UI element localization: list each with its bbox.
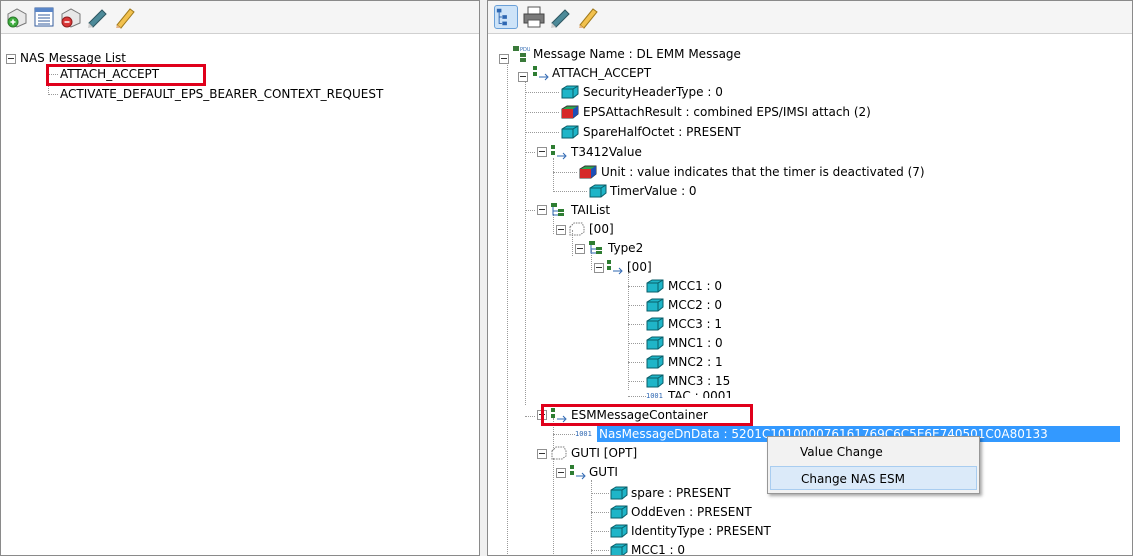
cyan-gem-icon bbox=[610, 486, 628, 500]
pdu-icon: PDU bbox=[513, 46, 530, 62]
cyan-gem-icon bbox=[610, 543, 628, 555]
svg-text:1001: 1001 bbox=[575, 430, 592, 438]
edit-pen-icon[interactable] bbox=[86, 5, 110, 29]
svg-text:1001: 1001 bbox=[646, 392, 663, 399]
tree-node-guti-opt[interactable]: GUTI [OPT] bbox=[571, 445, 637, 461]
tree-item-activate-default-eps-bearer[interactable]: ACTIVATE_DEFAULT_EPS_BEARER_CONTEXT_REQU… bbox=[60, 86, 383, 102]
tree-node-identity-type[interactable]: IdentityType : PRESENT bbox=[631, 523, 771, 539]
tree-node-eps-attach-result[interactable]: EPSAttachResult : combined EPS/IMSI atta… bbox=[583, 104, 871, 120]
collapse-toggle[interactable] bbox=[556, 468, 566, 478]
cyan-gem-icon bbox=[646, 279, 664, 293]
cyan-gem-icon bbox=[646, 355, 664, 369]
list-icon bbox=[551, 203, 564, 216]
binary-value-icon: 1001 bbox=[575, 430, 592, 438]
highlight-box-attach-accept bbox=[46, 64, 206, 86]
tree-node-type2[interactable]: Type2 bbox=[608, 240, 643, 256]
tree-node-mcc1[interactable]: MCC1 : 0 bbox=[668, 278, 722, 294]
right-toolbar bbox=[488, 1, 1132, 34]
tree-node-guti-mcc1[interactable]: MCC1 : 0 bbox=[631, 542, 685, 555]
tree-node-mnc2[interactable]: MNC2 : 1 bbox=[668, 354, 723, 370]
tree-node-unit[interactable]: Unit : value indicates that the timer is… bbox=[601, 164, 925, 180]
struct-icon bbox=[607, 260, 623, 275]
print-icon[interactable] bbox=[522, 5, 546, 29]
nas-message-list-pane: NAS Message List ATTACH_ACCEPT ACTIVATE_… bbox=[0, 0, 480, 556]
tree-node-spare-half-octet[interactable]: SpareHalfOctet : PRESENT bbox=[583, 124, 741, 140]
struct-icon bbox=[570, 465, 586, 480]
tree-node-t3412-value[interactable]: T3412Value bbox=[571, 144, 642, 160]
collapse-toggle[interactable] bbox=[537, 449, 547, 459]
tree-node-tac[interactable]: TAC : 0001 bbox=[668, 388, 733, 398]
tree-node-odd-even[interactable]: OddEven : PRESENT bbox=[631, 504, 752, 520]
left-toolbar bbox=[1, 1, 479, 34]
collapse-toggle[interactable] bbox=[537, 147, 547, 157]
collapse-toggle[interactable] bbox=[556, 225, 566, 235]
menu-item-value-change[interactable]: Value Change bbox=[770, 440, 977, 464]
tree-node-spare[interactable]: spare : PRESENT bbox=[631, 485, 731, 501]
cyan-gem-icon bbox=[646, 317, 664, 331]
binary-value-icon: 1001 bbox=[646, 392, 663, 399]
collapse-toggle[interactable] bbox=[575, 244, 585, 254]
pencil-icon[interactable] bbox=[576, 5, 600, 29]
context-menu: Value Change Change NAS ESM bbox=[767, 436, 980, 494]
edit-pen-icon[interactable] bbox=[549, 5, 573, 29]
cyan-gem-icon bbox=[589, 184, 607, 198]
struct-icon bbox=[551, 145, 567, 160]
list-icon bbox=[589, 241, 602, 254]
cyan-gem-icon bbox=[561, 85, 579, 99]
tree-view-icon[interactable] bbox=[494, 5, 518, 29]
cyan-gem-icon bbox=[561, 125, 579, 139]
delete-message-icon[interactable] bbox=[59, 5, 83, 29]
cyan-gem-icon bbox=[646, 336, 664, 350]
cyan-gem-icon bbox=[610, 505, 628, 519]
collapse-toggle[interactable] bbox=[499, 54, 509, 64]
tree-node-guti[interactable]: GUTI bbox=[589, 464, 618, 480]
tree-node-index-00b[interactable]: [00] bbox=[627, 259, 652, 275]
tree-node-attach-accept[interactable]: ATTACH_ACCEPT bbox=[552, 65, 651, 81]
tree-node-index-00[interactable]: [00] bbox=[589, 221, 614, 237]
tree-node-mcc2[interactable]: MCC2 : 0 bbox=[668, 297, 722, 313]
pencil-icon[interactable] bbox=[113, 5, 137, 29]
collapse-toggle[interactable] bbox=[594, 263, 604, 273]
nas-message-tree: NAS Message List ATTACH_ACCEPT ACTIVATE_… bbox=[1, 34, 479, 555]
collapse-toggle[interactable] bbox=[518, 72, 528, 82]
svg-text:PDU: PDU bbox=[520, 47, 530, 53]
cyan-gem-icon bbox=[610, 524, 628, 538]
tree-node-mcc3[interactable]: MCC3 : 1 bbox=[668, 316, 722, 332]
collapse-toggle[interactable] bbox=[6, 54, 16, 64]
highlight-box-esm-container bbox=[541, 404, 753, 426]
tree-node-mnc1[interactable]: MNC1 : 0 bbox=[668, 335, 723, 351]
cyan-gem-icon bbox=[646, 374, 664, 388]
tree-node-timer-value[interactable]: TimerValue : 0 bbox=[610, 183, 697, 199]
tree-node-message-name[interactable]: Message Name : DL EMM Message bbox=[533, 46, 741, 62]
menu-item-change-nas-esm[interactable]: Change NAS ESM bbox=[770, 466, 977, 490]
add-message-icon[interactable] bbox=[5, 5, 29, 29]
optional-element-icon bbox=[551, 446, 567, 460]
multicolor-gem-icon bbox=[579, 165, 597, 179]
list-view-icon[interactable] bbox=[32, 5, 56, 29]
collapse-toggle[interactable] bbox=[537, 205, 547, 215]
tree-node-security-header-type[interactable]: SecurityHeaderType : 0 bbox=[583, 84, 723, 100]
tree-node-tai-list[interactable]: TAIList bbox=[571, 202, 610, 218]
optional-element-icon bbox=[569, 222, 585, 236]
cyan-gem-icon bbox=[646, 298, 664, 312]
multicolor-gem-icon bbox=[561, 105, 579, 119]
tree-node-mnc3[interactable]: MNC3 : 15 bbox=[668, 373, 730, 389]
struct-icon bbox=[533, 66, 549, 81]
